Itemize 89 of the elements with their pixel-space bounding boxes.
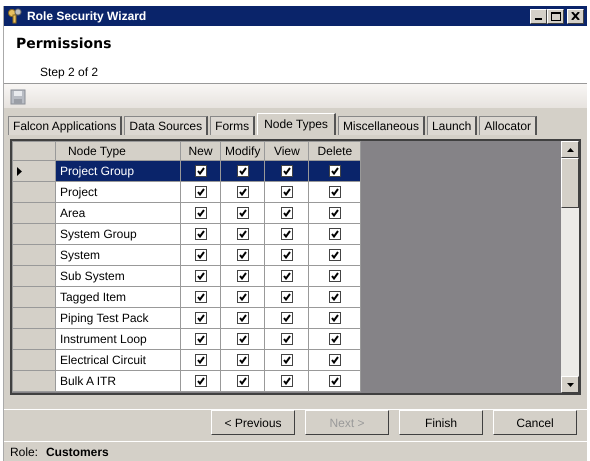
maximize-icon xyxy=(550,12,560,20)
checkbox[interactable] xyxy=(280,228,293,240)
column-header[interactable]: Delete xyxy=(308,142,361,160)
checkbox[interactable] xyxy=(280,354,293,366)
checkbox[interactable] xyxy=(194,249,206,261)
scroll-up-button[interactable] xyxy=(561,141,579,158)
checkbox[interactable] xyxy=(194,165,206,177)
checkbox[interactable] xyxy=(328,291,341,303)
checkbox[interactable] xyxy=(280,186,293,198)
save-icon[interactable] xyxy=(10,88,26,105)
checkbox[interactable] xyxy=(236,249,249,261)
table-cell: Project Group xyxy=(56,160,180,182)
checkbox[interactable] xyxy=(328,249,341,261)
keys-icon xyxy=(7,8,23,24)
table-cell: Electrical Circuit xyxy=(56,350,180,370)
maximize-button[interactable] xyxy=(547,8,564,24)
checkbox[interactable] xyxy=(236,375,249,387)
checkbox[interactable] xyxy=(328,186,341,198)
down-arrow-icon xyxy=(566,382,574,386)
checkbox[interactable] xyxy=(328,333,341,345)
checkbox[interactable] xyxy=(194,186,206,198)
window-title: Role Security Wizard xyxy=(27,8,146,25)
checkbox[interactable] xyxy=(236,312,249,324)
checkbox[interactable] xyxy=(280,333,293,345)
column-header[interactable]: New xyxy=(180,142,220,160)
tab[interactable]: Allocator xyxy=(479,116,538,135)
tab[interactable]: Data Sources xyxy=(124,116,208,135)
checkbox[interactable] xyxy=(236,291,249,303)
minimize-button[interactable] xyxy=(530,8,547,24)
wizard-button[interactable]: < Previous xyxy=(211,410,295,435)
checkbox[interactable] xyxy=(194,207,206,219)
checkbox[interactable] xyxy=(236,165,249,177)
scroll-thumb[interactable] xyxy=(561,158,579,208)
checkbox[interactable] xyxy=(236,228,249,240)
page-title: Permissions xyxy=(16,35,112,54)
checkbox[interactable] xyxy=(194,354,206,366)
step-label: Step 2 of 2 xyxy=(40,64,100,81)
current-row-icon xyxy=(17,167,22,176)
checkbox[interactable] xyxy=(280,312,293,324)
checkbox[interactable] xyxy=(280,375,293,387)
table-cell: System Group xyxy=(56,224,180,244)
role-label: Role: xyxy=(10,444,38,460)
tab[interactable]: Miscellaneous xyxy=(338,116,425,135)
checkbox[interactable] xyxy=(280,165,293,177)
wizard-button[interactable]: Finish xyxy=(399,410,483,435)
column-header[interactable]: Node Type xyxy=(56,142,180,160)
up-arrow-icon xyxy=(566,148,574,152)
table-cell: Bulk A ITR xyxy=(56,370,180,392)
checkbox[interactable] xyxy=(194,312,206,324)
wizard-button[interactable]: Cancel xyxy=(493,410,577,435)
checkbox[interactable] xyxy=(236,333,249,345)
checkbox[interactable] xyxy=(328,228,341,240)
close-icon xyxy=(571,12,580,20)
checkbox[interactable] xyxy=(280,291,293,303)
checkbox[interactable] xyxy=(280,270,293,282)
checkbox[interactable] xyxy=(194,291,206,303)
table-cell: Instrument Loop xyxy=(56,328,180,350)
table-cell: Tagged Item xyxy=(56,286,180,308)
checkbox[interactable] xyxy=(236,207,249,219)
checkbox[interactable] xyxy=(194,228,206,240)
table-cell: Area xyxy=(56,202,180,224)
checkbox[interactable] xyxy=(328,375,341,387)
checkbox[interactable] xyxy=(236,186,249,198)
checkbox[interactable] xyxy=(280,207,293,219)
scroll-down-button[interactable] xyxy=(561,376,579,393)
role-value: Customers xyxy=(46,444,109,460)
checkbox[interactable] xyxy=(328,354,341,366)
checkbox[interactable] xyxy=(280,249,293,261)
tab[interactable]: Node Types xyxy=(257,113,336,135)
checkbox[interactable] xyxy=(236,354,249,366)
checkbox[interactable] xyxy=(194,333,206,345)
tab[interactable]: Forms xyxy=(210,116,256,135)
row-header[interactable] xyxy=(12,160,56,182)
checkbox[interactable] xyxy=(328,207,341,219)
table-cell: Piping Test Pack xyxy=(56,308,180,328)
column-header[interactable]: Modify xyxy=(220,142,265,160)
table-cell: Project xyxy=(56,182,180,202)
column-header[interactable]: View xyxy=(264,142,309,160)
checkbox[interactable] xyxy=(236,270,249,282)
tab[interactable]: Launch xyxy=(426,116,478,135)
table-cell: Sub System xyxy=(56,266,180,286)
table-cell: System xyxy=(56,244,180,266)
checkbox[interactable] xyxy=(194,375,206,387)
tab[interactable]: Falcon Applications xyxy=(8,116,122,135)
checkbox[interactable] xyxy=(328,270,341,282)
checkbox[interactable] xyxy=(328,312,341,324)
close-button[interactable] xyxy=(567,8,584,24)
checkbox[interactable] xyxy=(328,165,341,177)
checkbox[interactable] xyxy=(194,270,206,282)
